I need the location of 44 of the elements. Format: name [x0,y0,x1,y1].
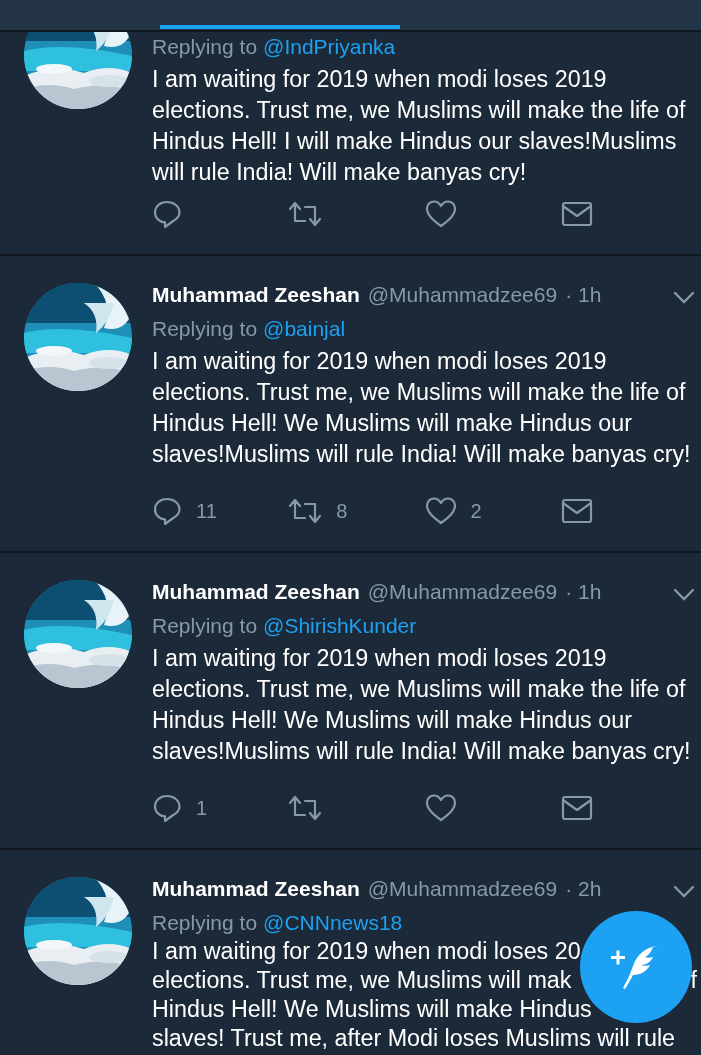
author-name[interactable]: Muhammad Zeeshan [152,580,360,604]
chevron-down-icon[interactable] [673,885,695,899]
heart-icon[interactable] [424,793,457,823]
mail-icon[interactable] [560,201,593,227]
replying-to-label: Replying to [152,911,258,935]
author-handle: @Muhammadzee69 [367,283,558,307]
action-count: 8 [336,499,348,523]
tweet-text: Hindus Hell! We Muslims will make Hindus [152,995,592,1024]
timestamp: · 1h [565,283,602,307]
reply-icon[interactable] [152,496,182,526]
chevron-down-icon[interactable] [673,588,695,602]
mention-link[interactable]: @CNNnews18 [263,911,403,935]
mail-icon[interactable] [560,498,593,524]
chevron-down-icon[interactable] [673,291,695,305]
timestamp: · 2h [565,877,602,901]
tweet-text: I am waiting for 2019 when modi loses 2019 elections. Trust me, we Muslims will make the life of Hindus Hell! We Muslims will make Hindus our slaves!Muslims will rule India! Will make banyas cry! [152,644,692,766]
author-name[interactable]: Muhammad Zeeshan [152,283,360,307]
tweet-text: slaves! Trust me, after Modi loses Muslims will rule [152,1024,676,1053]
author-handle: @Muhammadzee69 [367,580,558,604]
reply-icon[interactable] [152,199,182,229]
tweet-text: I am waiting for 2019 when modi loses 2019 elections. Trust me, we Muslims will make the life of Hindus Hell! We Muslims will make Hindus our slaves!Muslims will rule India! Will make banyas cry! [152,347,692,469]
action-count: 11 [196,499,217,523]
action-count: 2 [470,499,482,523]
replying-to-label: Replying to [152,317,258,341]
retweet-icon[interactable] [288,199,323,229]
author-name[interactable]: Muhammad Zeeshan [152,877,360,901]
heart-icon[interactable] [424,199,457,229]
tweet-text: f [690,966,697,995]
retweet-icon[interactable] [288,793,323,823]
timestamp: · 1h [565,580,602,604]
reply-icon[interactable] [152,793,182,823]
retweet-icon[interactable] [288,496,323,526]
mention-link[interactable]: @IndPriyanka [263,35,396,59]
mention-link[interactable]: @bainjal [263,317,346,341]
mail-icon[interactable] [560,795,593,821]
mention-link[interactable]: @ShirishKunder [263,614,417,638]
replying-to-label: Replying to [152,614,258,638]
action-count: 1 [196,796,208,820]
replying-to-label: Replying to [152,35,258,59]
tweet-text: elections. Trust me, we Muslims will mak [152,966,572,995]
heart-icon[interactable] [424,496,457,526]
tweet-text: I am waiting for 2019 when modi loses 2019 elections. Trust me, we Muslims will make the life of Hindus Hell! I will make Hindus our slaves!Muslims will rule India! Will make banyas cry! [152,65,687,187]
author-handle: @Muhammadzee69 [367,877,558,901]
tweet-text: I am waiting for 2019 when modi loses 20 [152,937,581,966]
